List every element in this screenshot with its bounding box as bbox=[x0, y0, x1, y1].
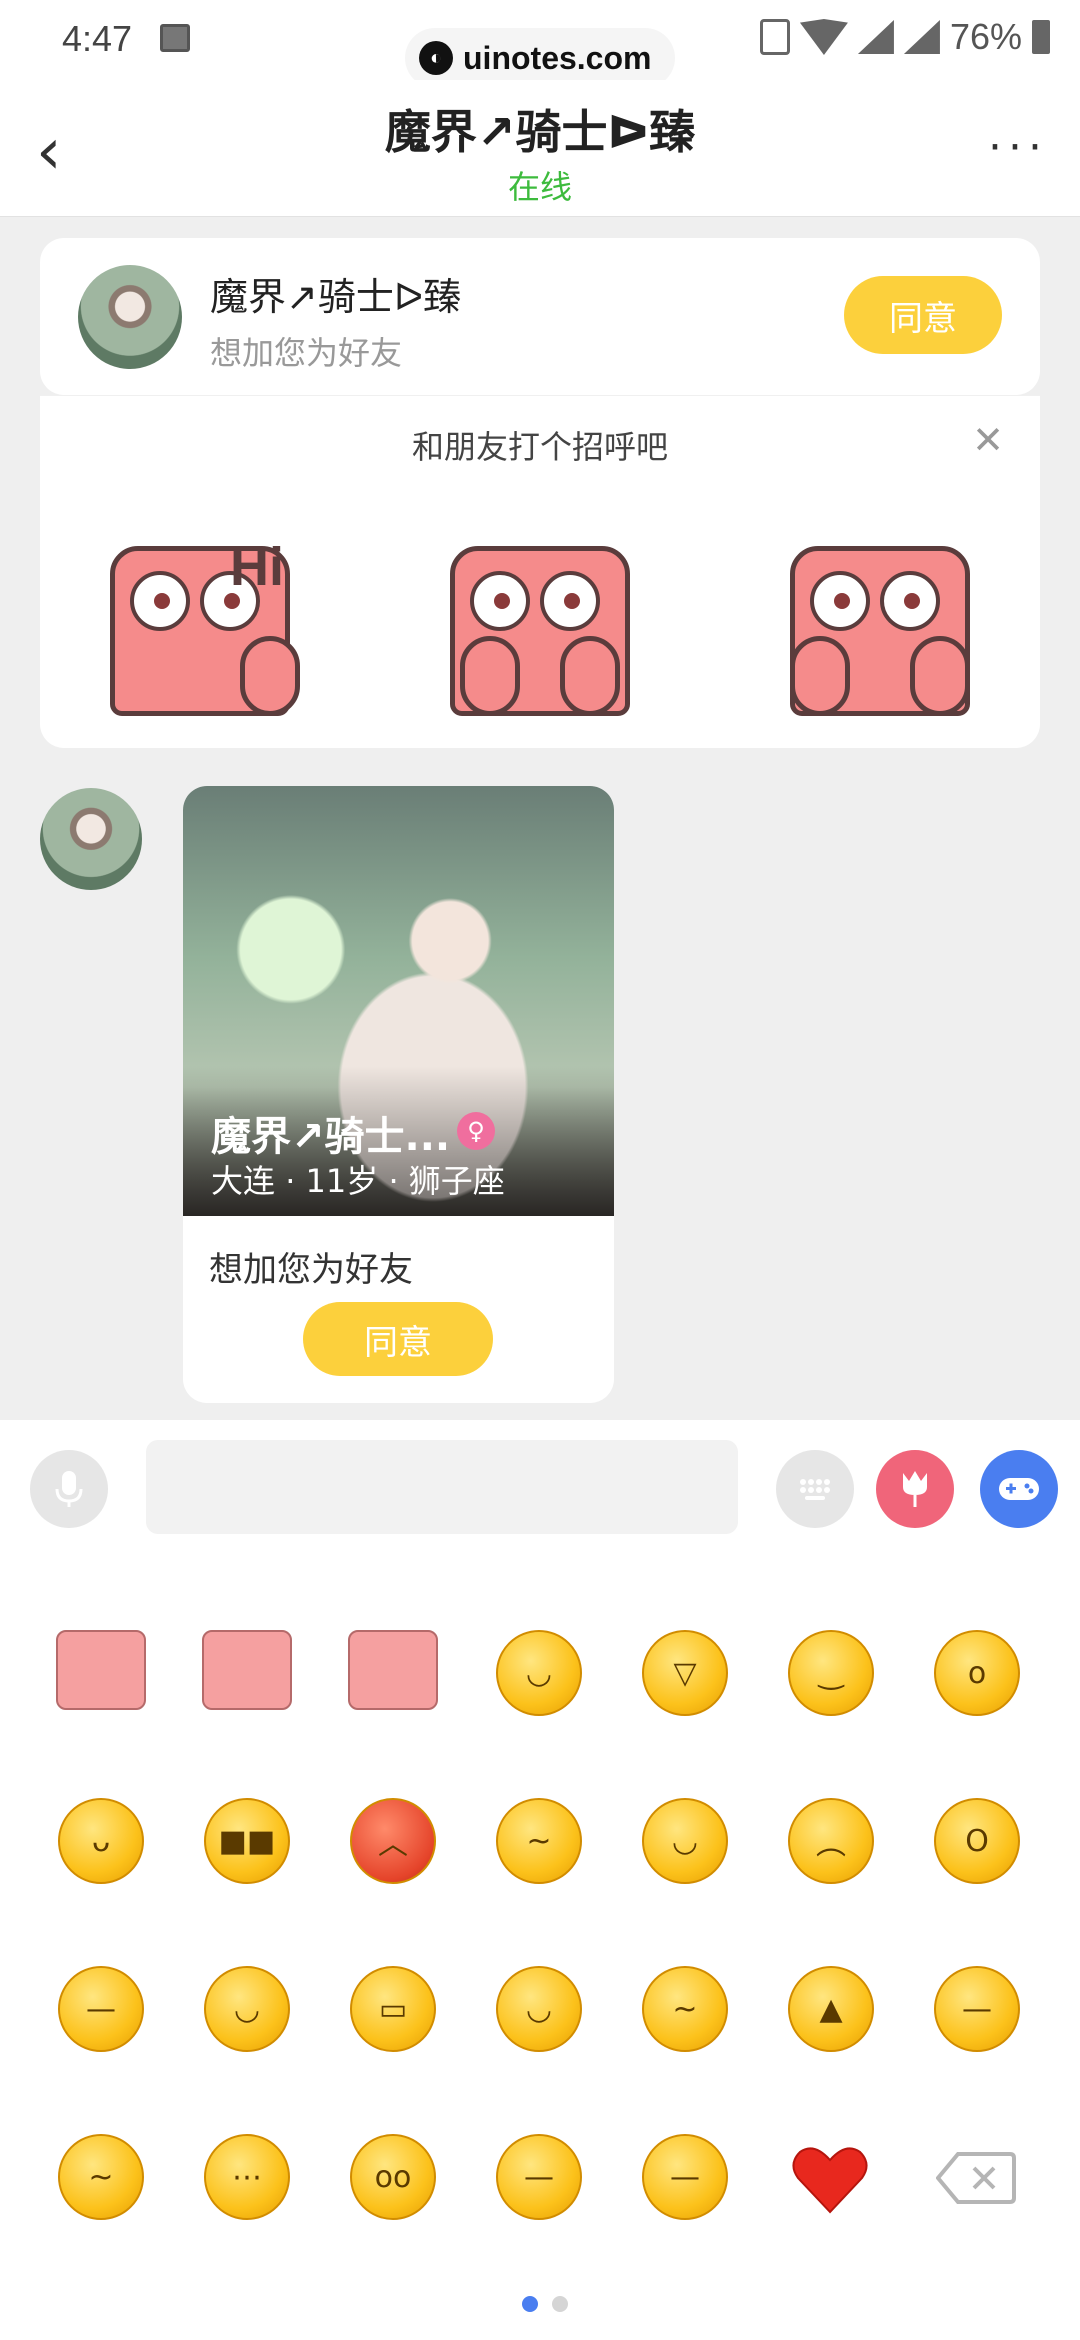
more-options-icon[interactable]: ··· bbox=[988, 122, 1048, 173]
profile-card-message[interactable]: 魔界↗骑士... ♀ 大连 · 11岁 · 狮子座 想加您为好友 同意 bbox=[183, 786, 614, 1403]
grimace-emoji-icon[interactable]: ▭ bbox=[350, 1966, 436, 2052]
status-bar: 4:47 ◐ uinotes.com 76% bbox=[0, 0, 1080, 88]
tongue-emoji-icon[interactable]: ᴗ bbox=[58, 1798, 144, 1884]
request-name: 魔界↗骑士ᐅ臻 bbox=[210, 275, 462, 319]
profile-city: 大连 bbox=[211, 1162, 276, 1200]
vibrate-icon bbox=[759, 19, 790, 55]
page-dot-active[interactable] bbox=[522, 2296, 538, 2312]
neutral-emoji-icon[interactable]: — bbox=[58, 1966, 144, 2052]
profile-zodiac: 狮子座 bbox=[408, 1162, 505, 1200]
frown-emoji-icon[interactable]: — bbox=[496, 2134, 582, 2220]
greeting-panel: 和朋友打个招呼吧 ✕ Hi bbox=[40, 395, 1040, 748]
signal-icon bbox=[857, 20, 894, 54]
keyboard-glyph bbox=[800, 1479, 830, 1500]
card-agree-button[interactable]: 同意 bbox=[303, 1302, 493, 1376]
sticker-eye bbox=[470, 571, 530, 631]
sick-emoji-icon[interactable]: ~ bbox=[642, 1966, 728, 2052]
game-controller-icon[interactable] bbox=[980, 1450, 1058, 1528]
controller-glyph bbox=[999, 1478, 1039, 1500]
watermark-logo-icon: ◐ bbox=[419, 41, 453, 75]
online-status: 在线 bbox=[507, 168, 572, 206]
sticker-hi-text: Hi bbox=[230, 537, 284, 597]
meta-separator: · bbox=[285, 1162, 306, 1200]
page-dot[interactable] bbox=[552, 2296, 568, 2312]
sticker-shy[interactable] bbox=[770, 516, 990, 716]
sticker-hand bbox=[460, 636, 520, 716]
unamused-emoji-icon[interactable]: — bbox=[934, 1966, 1020, 2052]
backspace-icon[interactable] bbox=[936, 2150, 1016, 2206]
sunglasses-emoji-icon[interactable]: ■■ bbox=[204, 1798, 290, 1884]
profile-meta: 大连 · 11岁 · 狮子座 bbox=[211, 1156, 505, 1202]
angry-emoji-icon[interactable]: ︿ bbox=[350, 1798, 436, 1884]
chat-header: ‹ 魔界↗骑士ᐅ臻 在线 ··· bbox=[0, 80, 1080, 217]
friend-request-card: 魔界↗骑士ᐅ臻 想加您为好友 同意 bbox=[40, 238, 1040, 395]
profile-name: 魔界↗骑士... bbox=[211, 1114, 451, 1160]
sticker-thumbs[interactable] bbox=[430, 516, 650, 716]
blush-emoji-icon[interactable]: ◡ bbox=[642, 1798, 728, 1884]
request-subtitle: 想加您为好友 bbox=[210, 334, 403, 372]
wink-emoji-icon[interactable]: ‿ bbox=[788, 1630, 874, 1716]
close-icon[interactable]: ✕ bbox=[972, 418, 1004, 462]
profile-photo[interactable]: 魔界↗骑士... ♀ 大连 · 11岁 · 狮子座 bbox=[183, 786, 614, 1216]
image-notification-icon bbox=[160, 24, 190, 52]
battery-percent: 76% bbox=[949, 16, 1022, 57]
sad-emoji-icon[interactable]: ︵ bbox=[788, 1798, 874, 1884]
sticker-thumbs-thumb-icon[interactable] bbox=[202, 1630, 292, 1710]
meta-separator: · bbox=[388, 1162, 409, 1200]
watermark: ◐ uinotes.com bbox=[405, 28, 675, 88]
sticker-hi[interactable]: Hi bbox=[90, 516, 310, 716]
sticker-hand bbox=[560, 636, 620, 716]
nerd-emoji-icon[interactable]: ◡ bbox=[496, 1966, 582, 2052]
avatar[interactable] bbox=[78, 265, 182, 369]
crying-emoji-icon[interactable]: O bbox=[934, 1798, 1020, 1884]
zipper-mouth-emoji-icon[interactable]: ⋯ bbox=[204, 2134, 290, 2220]
heart-icon[interactable] bbox=[790, 2140, 870, 2220]
keyboard-icon[interactable] bbox=[776, 1450, 854, 1528]
status-time: 4:47 bbox=[62, 18, 133, 59]
agree-button[interactable]: 同意 bbox=[844, 276, 1002, 354]
greeting-title: 和朋友打个招呼吧 bbox=[411, 428, 668, 466]
thinking-emoji-icon[interactable]: ~ bbox=[58, 2134, 144, 2220]
sticker-hi-thumb-icon[interactable] bbox=[56, 1630, 146, 1710]
flower-glyph bbox=[903, 1471, 927, 1507]
microphone-glyph bbox=[55, 1471, 83, 1507]
sticker-eye bbox=[880, 571, 940, 631]
battery-icon bbox=[1032, 20, 1050, 54]
speechless-emoji-icon[interactable]: — bbox=[642, 2134, 728, 2220]
party-emoji-icon[interactable]: ▲ bbox=[788, 1966, 874, 2052]
profile-message: 想加您为好友 bbox=[209, 1250, 413, 1290]
sticker-hand bbox=[790, 636, 850, 716]
message-input[interactable] bbox=[146, 1440, 738, 1534]
page-indicator bbox=[522, 2296, 568, 2312]
sticker-shy-thumb-icon[interactable] bbox=[348, 1630, 438, 1710]
signal-icon-2 bbox=[903, 20, 940, 54]
sticker-eye bbox=[130, 571, 190, 631]
wifi-icon bbox=[799, 19, 848, 55]
chat-title: 魔界↗骑士ᐅ臻 bbox=[384, 105, 696, 159]
angel-emoji-icon[interactable]: ◡ bbox=[204, 1966, 290, 2052]
microphone-icon[interactable] bbox=[30, 1450, 108, 1528]
confused-emoji-icon[interactable]: ~ bbox=[496, 1798, 582, 1884]
smile-emoji-icon[interactable]: ◡ bbox=[496, 1630, 582, 1716]
huddle-emoji-icon[interactable]: oo bbox=[350, 2134, 436, 2220]
sticker-eye bbox=[540, 571, 600, 631]
emoji-panel: ◡ ▽ ‿ o ᴗ ■■ ︿ ~ ◡ ︵ O — ◡ ▭ ◡ ~ ▲ — ~ ⋯… bbox=[0, 1550, 1080, 2340]
grin-emoji-icon[interactable]: ▽ bbox=[642, 1630, 728, 1716]
sender-avatar[interactable] bbox=[40, 788, 142, 890]
sticker-hand bbox=[910, 636, 970, 716]
flower-gift-icon[interactable] bbox=[876, 1450, 954, 1528]
input-bar bbox=[0, 1420, 1080, 1550]
watermark-text: uinotes.com bbox=[463, 39, 652, 76]
sticker-eye bbox=[810, 571, 870, 631]
female-icon: ♀ bbox=[457, 1112, 495, 1150]
status-right: 76% bbox=[759, 16, 1050, 58]
sticker-hand bbox=[240, 636, 300, 716]
surprised-emoji-icon[interactable]: o bbox=[934, 1630, 1020, 1716]
profile-age: 11岁 bbox=[305, 1162, 379, 1200]
